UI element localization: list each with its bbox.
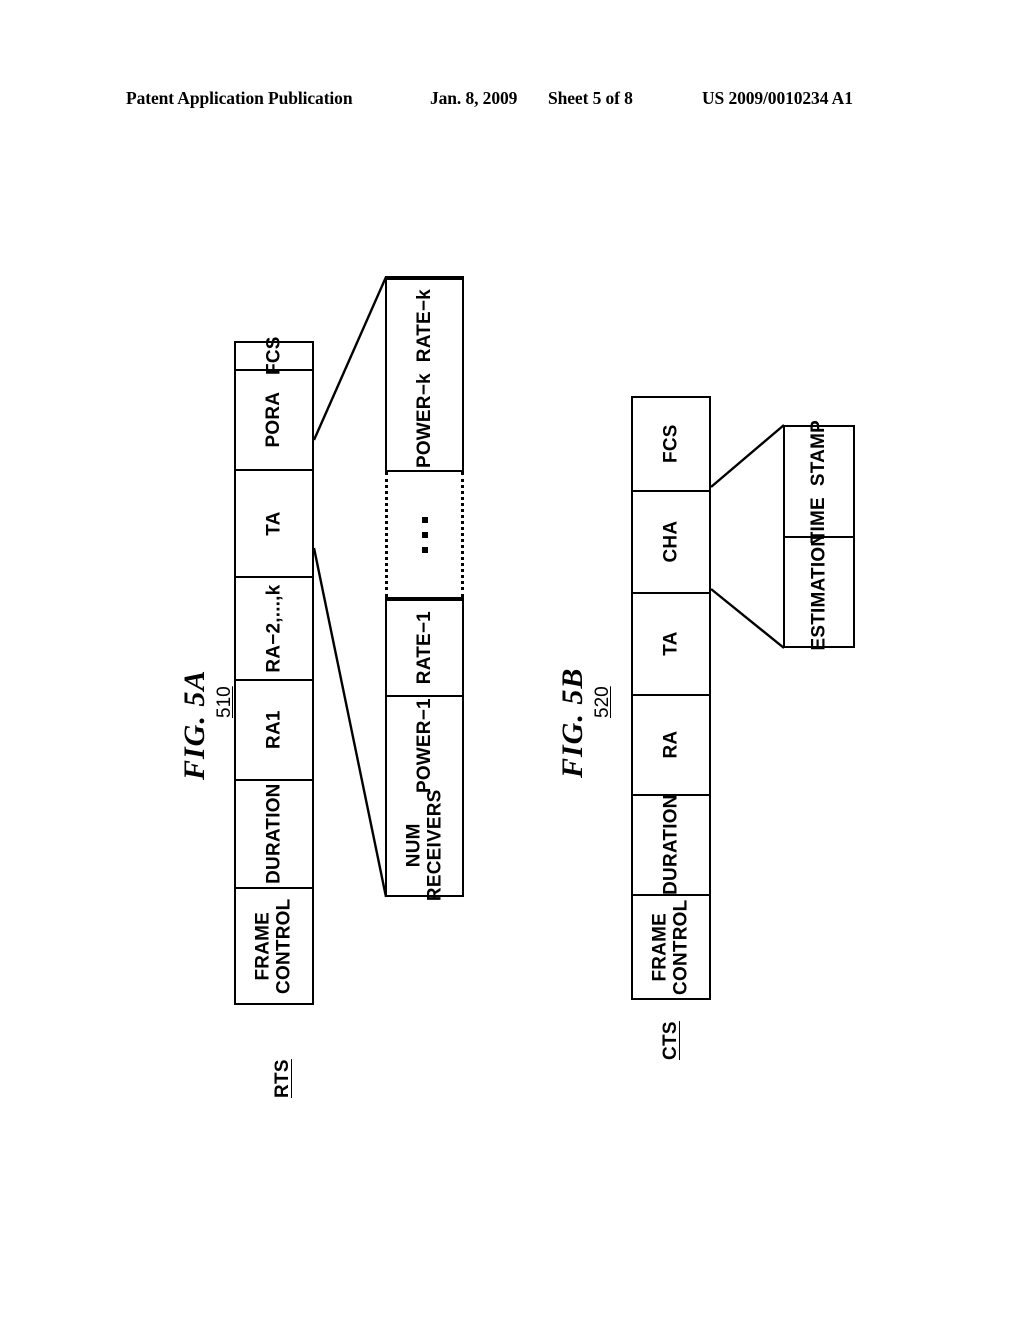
figure-reference-520: 520 bbox=[592, 686, 613, 718]
header-publication: Patent Application Publication bbox=[126, 88, 353, 108]
cts-field-fcs[interactable]: FCS bbox=[633, 398, 709, 490]
rts-field-ra1[interactable]: RA1 bbox=[236, 679, 312, 779]
rts-field-frame-control-label: FRAME CONTROL bbox=[252, 898, 295, 994]
cts-field-ra[interactable]: RA bbox=[633, 694, 709, 794]
pora-detail-lower: NUM RECEIVERS POWER−1 RATE−1 bbox=[385, 597, 464, 901]
rts-field-frame-control[interactable]: FRAME CONTROL bbox=[236, 887, 312, 1003]
cha-detail-time-stamp[interactable]: TIME STAMP bbox=[785, 420, 853, 543]
cts-field-ta[interactable]: TA bbox=[633, 592, 709, 694]
pora-detail-power-1[interactable]: POWER−1 bbox=[387, 695, 462, 795]
page-header: Patent Application Publication Jan. 8, 2… bbox=[0, 88, 1024, 118]
pora-detail-upper: POWER−k RATE−k bbox=[385, 276, 464, 472]
cts-field-frame-control[interactable]: FRAME CONTROL bbox=[633, 894, 709, 998]
pora-detail-num-receivers-label: NUM RECEIVERS bbox=[403, 789, 446, 901]
cha-detail-estimation[interactable]: ESTIMATION bbox=[785, 533, 853, 651]
rts-field-ra-2-k-label: RA−2,...,k bbox=[263, 584, 285, 673]
pora-detail-num-receivers[interactable]: NUM RECEIVERS bbox=[387, 789, 462, 901]
pora-detail-power-k-label: POWER−k bbox=[413, 373, 435, 469]
cts-field-duration[interactable]: DURATION bbox=[633, 794, 709, 896]
cts-field-fcs-label: FCS bbox=[660, 424, 682, 464]
figure-reference-510: 510 bbox=[214, 686, 235, 718]
rts-field-ra1-label: RA1 bbox=[263, 710, 285, 750]
pora-detail-power-k[interactable]: POWER−k bbox=[387, 372, 462, 470]
frame-label-rts: RTS bbox=[272, 1059, 293, 1098]
rts-field-ta[interactable]: TA bbox=[236, 469, 312, 576]
pora-detail-rate-1[interactable]: RATE−1 bbox=[387, 599, 462, 695]
pora-detail-rate-1-label: RATE−1 bbox=[413, 611, 435, 685]
ellipsis-dots-icon bbox=[421, 516, 428, 553]
rts-frame: FRAME CONTROL DURATION RA1 RA−2,...,k TA … bbox=[234, 337, 314, 1005]
rts-field-ta-label: TA bbox=[263, 511, 285, 536]
header-date: Jan. 8, 2009 bbox=[430, 88, 518, 108]
cha-detail: ESTIMATION TIME STAMP bbox=[783, 420, 855, 651]
cts-field-ra-label: RA bbox=[660, 731, 682, 759]
rts-field-fcs-label: FCS bbox=[263, 336, 285, 376]
rts-field-pora-label: PORA bbox=[263, 392, 285, 448]
cts-field-cha-label: CHA bbox=[660, 521, 682, 563]
cts-frame: FRAME CONTROL DURATION RA TA CHA FCS bbox=[631, 396, 711, 1000]
header-patent-number: US 2009/0010234 A1 bbox=[702, 88, 853, 108]
rts-field-fcs[interactable]: FCS bbox=[236, 337, 312, 376]
pora-detail-rate-k[interactable]: RATE−k bbox=[387, 278, 462, 372]
cts-field-cha[interactable]: CHA bbox=[633, 490, 709, 592]
figure-title-5b: FIG. 5B bbox=[556, 667, 589, 778]
pora-detail-ellipsis bbox=[385, 472, 464, 597]
pora-detail-rate-k-label: RATE−k bbox=[413, 289, 435, 363]
cha-detail-time-stamp-label: TIME STAMP bbox=[808, 419, 830, 544]
figure-title-5a: FIG. 5A bbox=[178, 669, 211, 780]
header-sheet: Sheet 5 of 8 bbox=[548, 88, 633, 108]
rts-field-duration[interactable]: DURATION bbox=[236, 779, 312, 887]
pora-detail-power-1-label: POWER−1 bbox=[413, 698, 435, 794]
rts-field-duration-label: DURATION bbox=[263, 783, 285, 885]
cts-field-duration-label: DURATION bbox=[660, 794, 682, 896]
leader-lines bbox=[312, 276, 785, 898]
cha-detail-estimation-label: ESTIMATION bbox=[808, 533, 830, 651]
rts-field-pora[interactable]: PORA bbox=[236, 369, 312, 469]
cts-field-frame-control-label: FRAME CONTROL bbox=[649, 899, 692, 995]
cts-field-ta-label: TA bbox=[660, 631, 682, 657]
rts-field-ra-2-k[interactable]: RA−2,...,k bbox=[236, 576, 312, 679]
frame-label-cts: CTS bbox=[660, 1021, 681, 1060]
